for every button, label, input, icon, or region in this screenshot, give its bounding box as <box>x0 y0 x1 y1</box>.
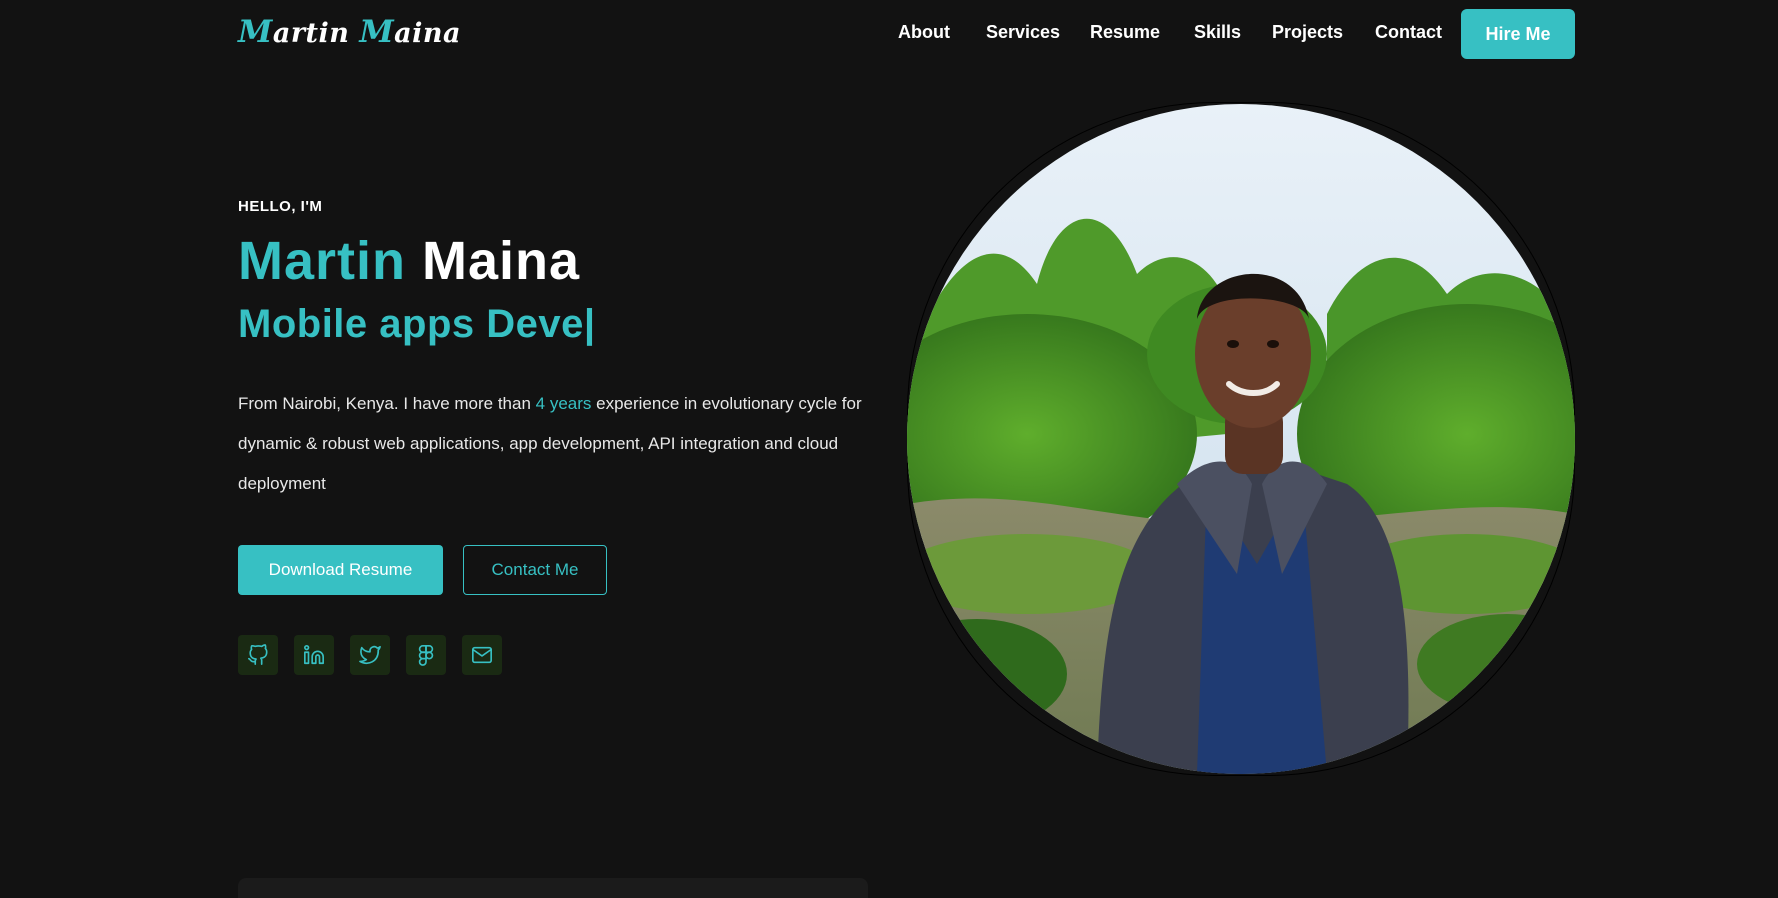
nav-contact[interactable]: Contact <box>1375 22 1442 43</box>
download-resume-button[interactable]: Download Resume <box>238 545 443 595</box>
logo-first-rest: artin <box>272 18 350 49</box>
twitter-icon <box>359 645 381 665</box>
bio-text-start: From Nairobi, Kenya. I have more than <box>238 394 536 413</box>
nav-skills[interactable]: Skills <box>1194 22 1241 43</box>
site-header: Martin Maina About Services Resume Skill… <box>0 0 1778 66</box>
linkedin-link[interactable] <box>294 635 334 675</box>
logo-first-initial: M <box>238 14 273 50</box>
nav-resume[interactable]: Resume <box>1090 22 1160 43</box>
hero-bio: From Nairobi, Kenya. I have more than 4 … <box>238 384 898 504</box>
site-logo[interactable]: Martin Maina <box>238 14 461 50</box>
twitter-link[interactable] <box>350 635 390 675</box>
hero-name: Martin Maina <box>238 230 580 292</box>
nav-services[interactable]: Services <box>986 22 1060 43</box>
figma-link[interactable] <box>406 635 446 675</box>
nav-about[interactable]: About <box>898 22 950 43</box>
logo-last-rest: aina <box>394 18 462 49</box>
nav-projects[interactable]: Projects <box>1272 22 1343 43</box>
bio-years-highlight: 4 years <box>535 394 592 413</box>
contact-me-button[interactable]: Contact Me <box>463 545 607 595</box>
profile-photo <box>907 104 1575 774</box>
linkedin-icon <box>304 645 324 665</box>
github-icon <box>248 644 268 665</box>
mail-icon <box>472 646 492 664</box>
email-link[interactable] <box>462 635 502 675</box>
hero-greeting: HELLO, I'M <box>238 198 323 215</box>
github-link[interactable] <box>238 635 278 675</box>
hire-me-button[interactable]: Hire Me <box>1461 9 1575 59</box>
hero-first-name: Martin <box>238 231 406 291</box>
hero-last-name: Maina <box>422 231 581 291</box>
figma-icon <box>418 645 434 666</box>
hero-role-typewriter: Mobile apps Deve| <box>238 302 596 346</box>
profile-photo-illustration <box>907 104 1575 774</box>
next-section-card-top <box>238 878 868 898</box>
logo-last-initial: M <box>359 14 395 50</box>
